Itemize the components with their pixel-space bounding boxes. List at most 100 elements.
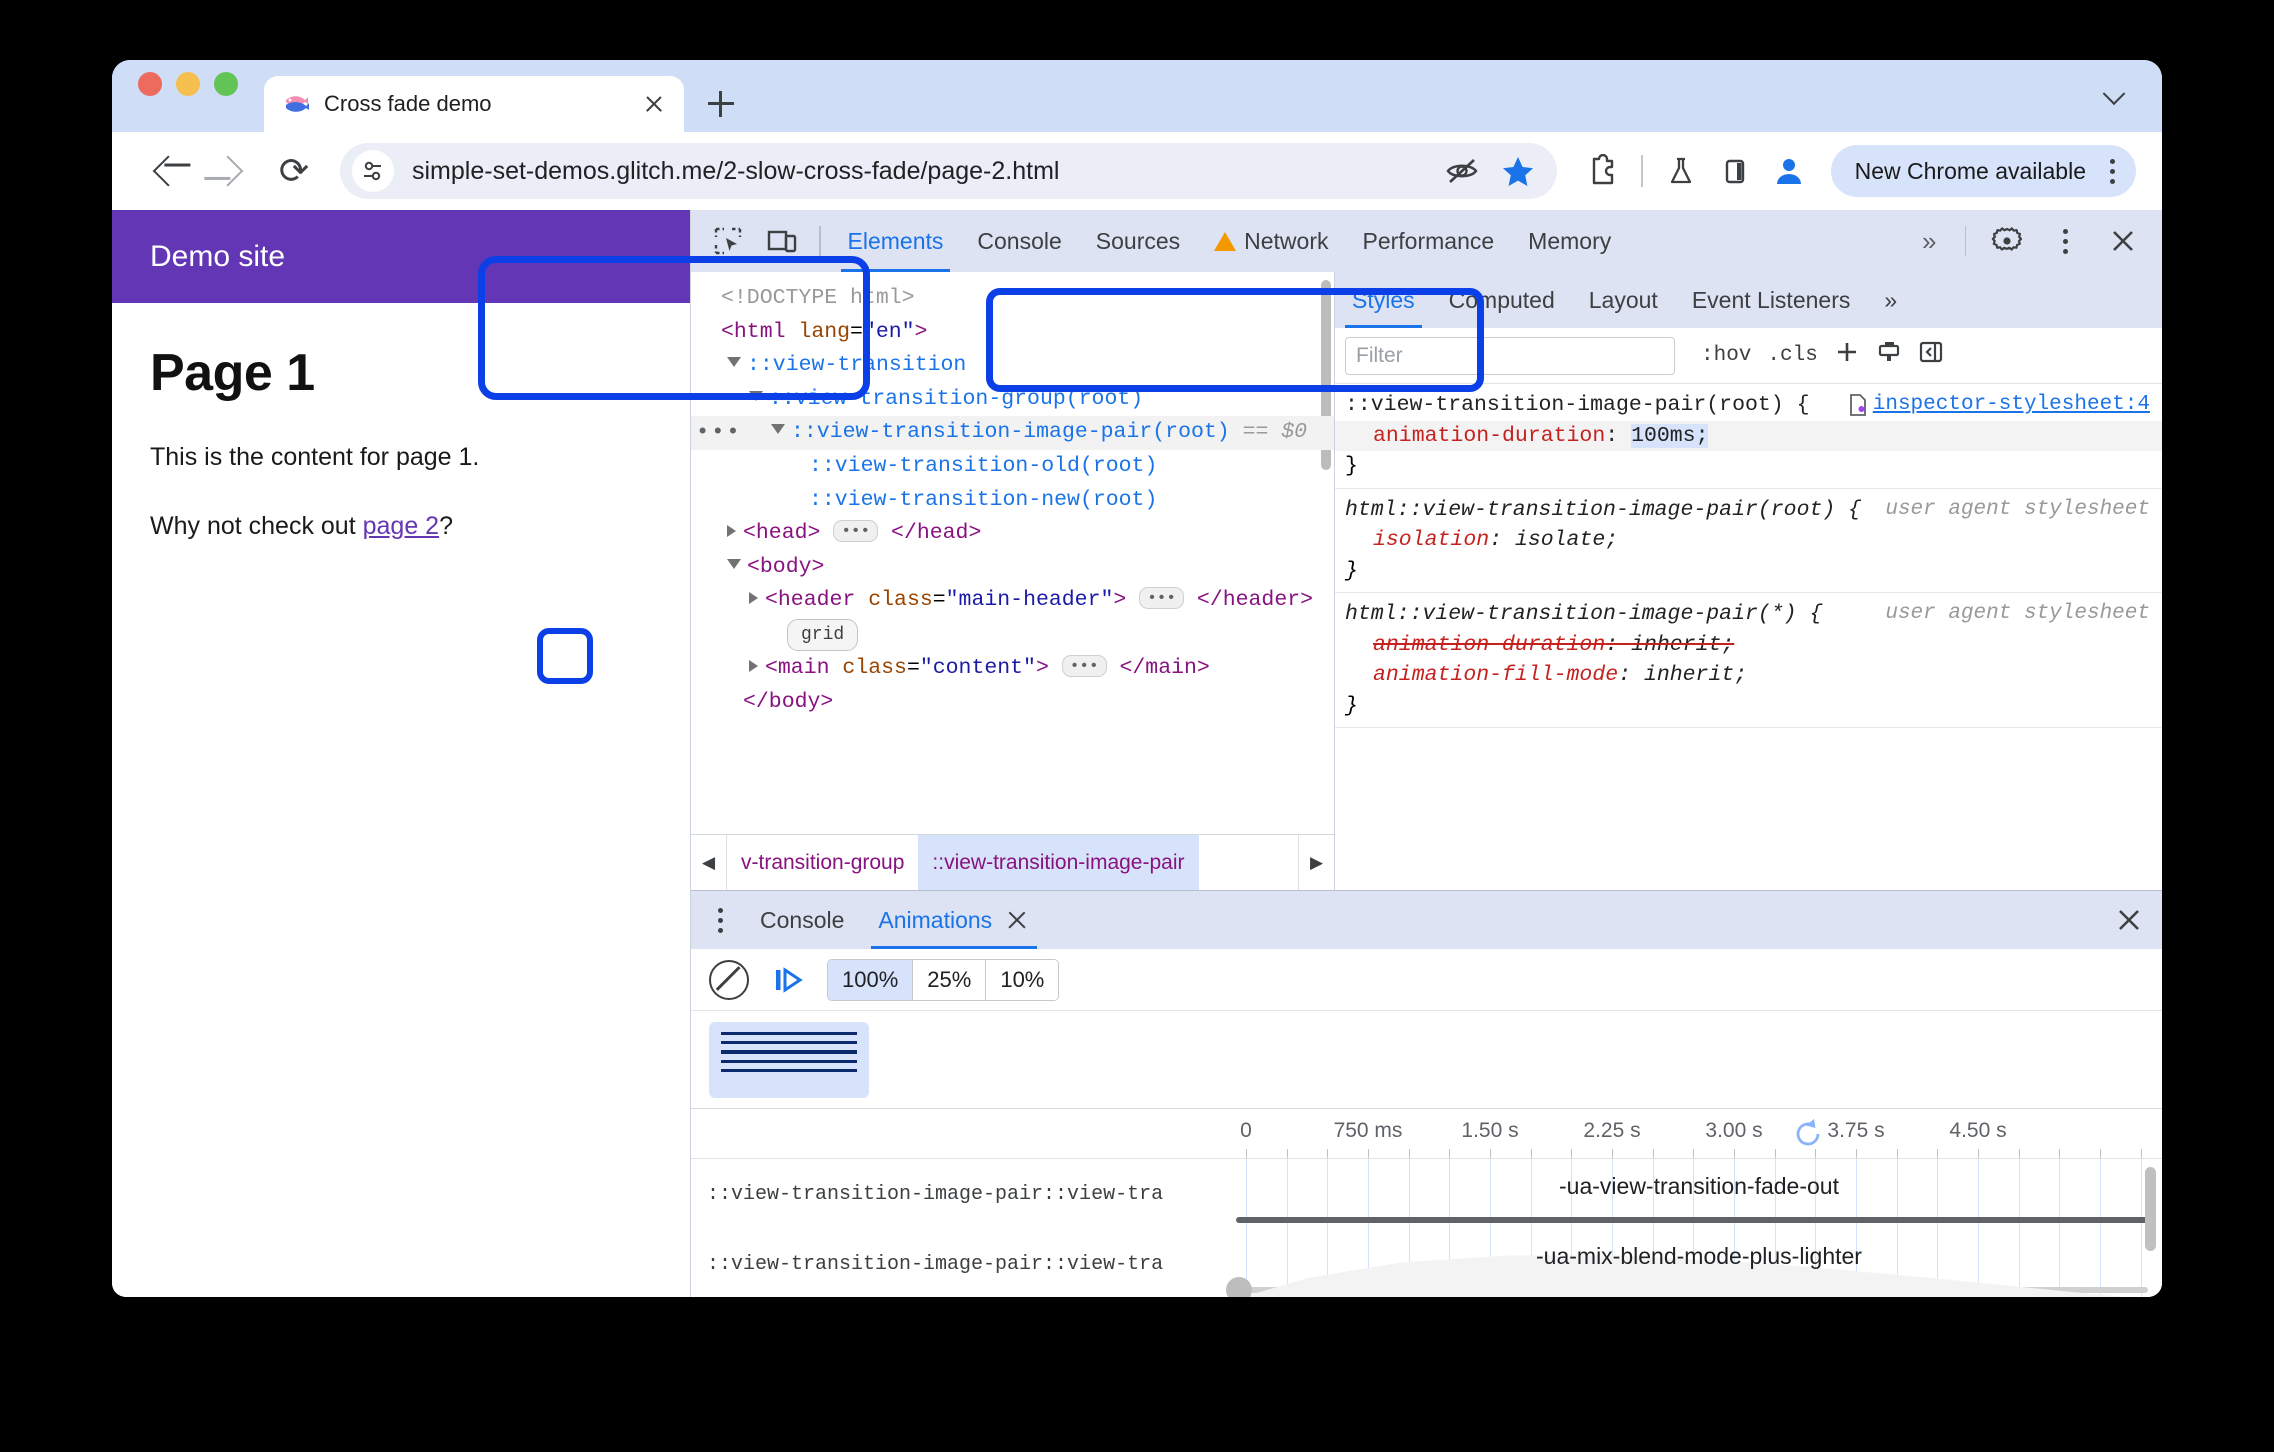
animation-group-preview[interactable] xyxy=(709,1021,869,1098)
styles-tab-event-listeners[interactable]: Event Listeners xyxy=(1675,272,1868,328)
chevron-double-right-icon[interactable]: » xyxy=(1908,226,1950,257)
scroll-right-icon[interactable]: ▶ xyxy=(1298,835,1334,890)
css-property[interactable]: animation-duration xyxy=(1373,424,1605,448)
animation-row[interactable]: ::view-transition-image-pair::view-tra -u… xyxy=(691,1229,2162,1297)
eye-off-icon[interactable] xyxy=(1443,152,1481,190)
bookmark-star-icon[interactable] xyxy=(1499,152,1537,190)
toggle-sidebar-icon[interactable] xyxy=(1918,339,1944,372)
scroll-left-icon[interactable]: ◀ xyxy=(691,835,727,890)
css-declaration[interactable]: animation-duration: 100ms; xyxy=(1335,420,2162,452)
url-text[interactable]: simple-set-demos.glitch.me/2-slow-cross-… xyxy=(412,157,1443,186)
print-styles-icon[interactable] xyxy=(1876,339,1902,372)
expand-triangle-icon[interactable] xyxy=(771,424,785,435)
address-bar[interactable]: simple-set-demos.glitch.me/2-slow-cross-… xyxy=(340,143,1558,199)
css-value[interactable]: isolate; xyxy=(1515,528,1618,552)
css-property[interactable]: animation-duration xyxy=(1373,633,1605,657)
device-toolbar-icon[interactable] xyxy=(755,214,809,268)
inspect-element-icon[interactable] xyxy=(701,214,755,268)
avatar-icon[interactable] xyxy=(1765,147,1813,195)
playback-speed-10[interactable]: 10% xyxy=(986,959,1059,1000)
css-property[interactable]: isolation xyxy=(1373,528,1489,552)
animation-rows-scrollbar[interactable] xyxy=(2145,1167,2156,1251)
gear-icon[interactable] xyxy=(1980,214,2034,268)
dom-tree[interactable]: <!DOCTYPE html> <html lang="en">::view-tr… xyxy=(691,272,1334,834)
drawer-tab-animations[interactable]: Animations xyxy=(861,891,1047,949)
devtools-tab-elements[interactable]: Elements xyxy=(831,210,961,272)
css-declaration[interactable]: isolation: isolate; xyxy=(1345,525,2150,556)
drawer-menu-icon[interactable] xyxy=(697,891,743,949)
drawer-close-button[interactable] xyxy=(2114,891,2162,949)
css-property[interactable]: animation-fill-mode xyxy=(1373,663,1618,687)
dom-tree-node[interactable]: <main class="content"> ••• </main> xyxy=(691,652,1334,686)
dom-tree-node[interactable]: ::view-transition-group(root) xyxy=(691,383,1334,417)
playback-speed-25[interactable]: 25% xyxy=(913,959,987,1000)
devtools-tab-network[interactable]: Network xyxy=(1197,210,1345,272)
styles-tab-styles[interactable]: Styles xyxy=(1335,272,1432,328)
back-button[interactable] xyxy=(138,143,194,199)
css-rule[interactable]: ::view-transition-image-pair(root) {insp… xyxy=(1335,384,2162,489)
devtools-tab-sources[interactable]: Sources xyxy=(1079,210,1197,272)
css-declaration[interactable]: animation-fill-mode: inherit; xyxy=(1345,660,2150,691)
css-value[interactable]: inherit; xyxy=(1644,663,1747,687)
expand-triangle-icon[interactable] xyxy=(727,357,741,368)
styles-tab-layout[interactable]: Layout xyxy=(1572,272,1675,328)
collapse-triangle-icon[interactable] xyxy=(727,525,736,538)
kebab-menu-icon[interactable] xyxy=(2038,214,2092,268)
css-declaration[interactable]: animation-duration: inherit; xyxy=(1345,630,2150,661)
new-tab-button[interactable] xyxy=(694,76,748,130)
forward-button[interactable] xyxy=(202,143,258,199)
browser-tab[interactable]: Cross fade demo xyxy=(264,76,684,132)
animation-duration-bar[interactable] xyxy=(1236,1217,2148,1223)
stylesheet-source-link[interactable]: inspector-stylesheet:4 xyxy=(1849,390,2150,420)
drawer-tab-console[interactable]: Console xyxy=(743,891,861,949)
cls-button[interactable]: .cls xyxy=(1767,344,1817,367)
kebab-menu-icon[interactable] xyxy=(2098,151,2126,191)
close-icon[interactable] xyxy=(2096,214,2150,268)
chevron-double-right-icon[interactable]: » xyxy=(1867,272,1914,328)
devtools-tab-memory[interactable]: Memory xyxy=(1511,210,1628,272)
animation-row[interactable]: ::view-transition-image-pair::view-tra -u… xyxy=(691,1159,2162,1229)
css-rule[interactable]: html::view-transition-image-pair(root) {… xyxy=(1335,489,2162,594)
animation-track[interactable]: -ua-view-transition-fade-out xyxy=(1236,1159,2162,1229)
css-value[interactable]: 100ms; xyxy=(1631,423,1709,448)
dom-tree-node[interactable]: ::view-transition-new(root) xyxy=(691,484,1334,518)
site-info-icon[interactable] xyxy=(352,150,394,192)
breadcrumb-item-view-transition-group[interactable]: v-transition-group xyxy=(727,835,918,890)
animation-track[interactable]: -ua-mix-blend-mode-plus-lighter xyxy=(1226,1229,2162,1297)
animation-keyframe-handle[interactable] xyxy=(1226,1277,1252,1297)
side-panel-icon[interactable] xyxy=(1711,147,1759,195)
flask-icon[interactable] xyxy=(1657,147,1705,195)
css-value[interactable]: inherit; xyxy=(1631,633,1734,657)
node-options-icon[interactable]: ••• xyxy=(696,417,742,449)
clear-all-icon[interactable] xyxy=(709,959,749,1000)
hov-button[interactable]: :hov xyxy=(1701,344,1751,367)
close-window-button[interactable] xyxy=(138,72,162,96)
collapse-triangle-icon[interactable] xyxy=(749,592,758,605)
animation-rows[interactable]: ::view-transition-image-pair::view-tra -u… xyxy=(691,1159,2162,1297)
tab-search-button[interactable] xyxy=(2092,76,2136,120)
dom-tree-node[interactable]: </body> xyxy=(691,686,1334,720)
expand-triangle-icon[interactable] xyxy=(727,558,741,569)
maximize-window-button[interactable] xyxy=(214,72,238,96)
dom-tree-node[interactable]: ::view-transition-old(root) xyxy=(691,450,1334,484)
dom-tree-node[interactable]: <!DOCTYPE html> xyxy=(691,282,1334,316)
css-rule[interactable]: html::view-transition-image-pair(*) {use… xyxy=(1335,593,2162,729)
close-icon[interactable] xyxy=(640,90,668,118)
dom-tree-node[interactable]: grid xyxy=(691,618,1334,652)
dom-tree-node[interactable]: <header class="main-header"> ••• </heade… xyxy=(691,584,1334,618)
pause-animations-icon[interactable] xyxy=(767,959,809,1001)
expand-triangle-icon[interactable] xyxy=(749,390,763,401)
extensions-icon[interactable] xyxy=(1579,147,1627,195)
dom-tree-node[interactable]: <html lang="en"> xyxy=(691,316,1334,350)
breadcrumb-item-view-transition-image-pair[interactable]: ::view-transition-image-pair xyxy=(918,835,1199,890)
filter-input[interactable]: Filter xyxy=(1345,336,1675,375)
dom-tree-node[interactable]: •••::view-transition-image-pair(root) ==… xyxy=(691,416,1334,450)
devtools-tab-console[interactable]: Console xyxy=(960,210,1078,272)
page-2-link[interactable]: page 2 xyxy=(363,512,439,540)
devtools-tab-performance[interactable]: Performance xyxy=(1346,210,1512,272)
replay-icon[interactable] xyxy=(1791,1117,1825,1151)
chrome-update-button[interactable]: New Chrome available xyxy=(1830,145,2136,197)
dom-tree-node[interactable]: ::view-transition xyxy=(691,349,1334,383)
collapse-triangle-icon[interactable] xyxy=(749,660,758,673)
css-rules-list[interactable]: ::view-transition-image-pair(root) {insp… xyxy=(1335,384,2162,890)
